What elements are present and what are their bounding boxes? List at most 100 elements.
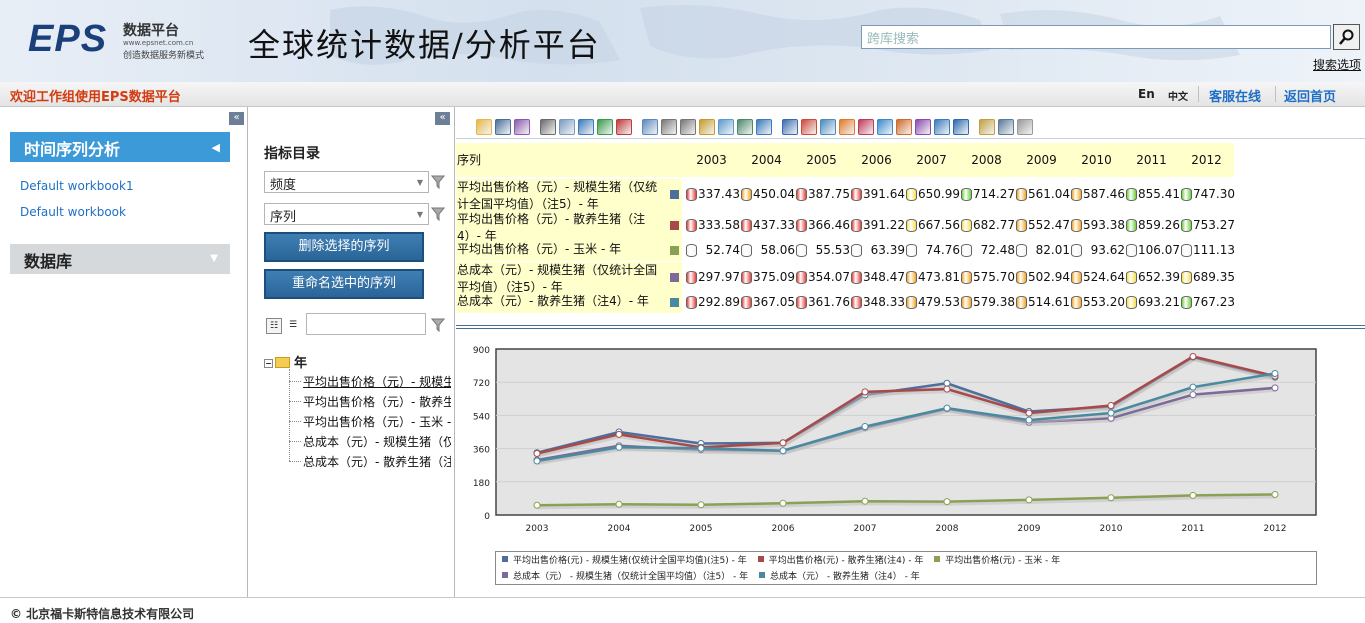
value-cell[interactable]: 473.81	[905, 270, 960, 284]
search-button[interactable]	[1333, 24, 1360, 50]
stacked-bar-icon[interactable]	[820, 119, 836, 135]
layout-icon[interactable]	[718, 119, 734, 135]
filter-icon[interactable]	[430, 206, 446, 222]
bar-chart-icon[interactable]	[801, 119, 817, 135]
frequency-select[interactable]: 频度 ▼	[264, 171, 429, 193]
table-row[interactable]: 总成本（元）- 散养生猪（注4）- 年 292.89 367.05 361.76 348…	[456, 293, 1235, 313]
tree-leaf-series[interactable]: 总成本（元）- 散养生猪（注4）- 年	[303, 453, 451, 470]
tree-leaf-series[interactable]: 总成本（元）- 规模生猪（仅统计全国平均值）（注5）- 年	[303, 433, 451, 450]
workbook-link[interactable]: Default workbook1	[20, 179, 134, 193]
filter-icon[interactable]	[430, 317, 446, 333]
value-cell[interactable]: 375.09	[740, 270, 795, 284]
tree-leaf-series[interactable]: 平均出售价格（元）- 散养生猪（注4）- 年	[303, 393, 451, 410]
value-cell[interactable]: 361.76	[795, 295, 850, 309]
value-cell[interactable]: 292.89	[685, 295, 740, 309]
save-icon[interactable]	[495, 119, 511, 135]
calendar-icon[interactable]	[737, 119, 753, 135]
value-cell[interactable]: 387.75	[795, 187, 850, 201]
search-options-link[interactable]: 搜索选项	[1313, 56, 1361, 73]
collapse-middle-panel-button[interactable]: «	[435, 112, 450, 125]
value-cell[interactable]: 652.39	[1125, 270, 1180, 284]
column-chart-icon[interactable]	[839, 119, 855, 135]
customer-service-link[interactable]: 客服在线	[1209, 86, 1261, 105]
save-as-icon[interactable]	[514, 119, 530, 135]
pie-chart-icon[interactable]	[877, 119, 893, 135]
value-cell[interactable]: 354.07	[795, 270, 850, 284]
value-cell[interactable]: 58.06	[740, 243, 795, 257]
legend-item[interactable]: 平均出售价格(元) - 玉米 - 年	[934, 556, 1060, 566]
tree-search-input[interactable]	[306, 313, 426, 335]
value-cell[interactable]: 514.61	[1015, 295, 1070, 309]
value-cell[interactable]: 437.33	[740, 218, 795, 232]
value-cell[interactable]: 693.21	[1125, 295, 1180, 309]
rename-selected-series-button[interactable]: 重命名选中的序列	[264, 269, 424, 299]
export-word-icon[interactable]	[578, 119, 594, 135]
value-cell[interactable]: 337.43	[685, 187, 740, 201]
filter-icon[interactable]	[661, 119, 677, 135]
legend-item[interactable]: 平均出售价格(元) - 散养生猪(注4) - 年	[757, 556, 923, 566]
value-cell[interactable]: 111.13	[1180, 243, 1235, 257]
cross-db-search-input[interactable]: 跨库搜索	[861, 25, 1331, 49]
value-cell[interactable]: 575.70	[960, 270, 1015, 284]
tree-list-icon[interactable]: ☰	[285, 318, 301, 334]
value-cell[interactable]: 52.74	[685, 243, 740, 257]
value-cell[interactable]: 55.53	[795, 243, 850, 257]
value-cell[interactable]: 552.47	[1015, 218, 1070, 232]
value-cell[interactable]: 714.27	[960, 187, 1015, 201]
line-chart-icon[interactable]	[782, 119, 798, 135]
line-chart-alt-icon[interactable]	[934, 119, 950, 135]
value-cell[interactable]: 593.38	[1070, 218, 1125, 232]
lang-en-link[interactable]: En	[1138, 87, 1155, 101]
table-row[interactable]: 平均出售价格（元）- 玉米 - 年 52.74 58.06 55.53 63.39 74.…	[456, 241, 1235, 261]
value-cell[interactable]: 367.05	[740, 295, 795, 309]
config-icon[interactable]	[1017, 119, 1033, 135]
filter-icon[interactable]	[430, 174, 446, 190]
export-excel-icon[interactable]	[597, 119, 613, 135]
value-cell[interactable]: 297.97	[685, 270, 740, 284]
image-icon[interactable]	[998, 119, 1014, 135]
value-cell[interactable]: 587.46	[1070, 187, 1125, 201]
table-icon[interactable]	[642, 119, 658, 135]
value-cell[interactable]: 502.94	[1015, 270, 1070, 284]
value-cell[interactable]: 63.39	[850, 243, 905, 257]
value-cell[interactable]: 391.22	[850, 218, 905, 232]
filter-menu-icon[interactable]	[680, 119, 696, 135]
value-cell[interactable]: 650.99	[905, 187, 960, 201]
tree-node-year[interactable]: − 年	[264, 352, 307, 371]
radar-chart-icon[interactable]	[896, 119, 912, 135]
value-cell[interactable]: 579.38	[960, 295, 1015, 309]
value-cell[interactable]: 450.04	[740, 187, 795, 201]
print-icon[interactable]	[540, 119, 556, 135]
tree-leaf-series[interactable]: 平均出售价格（元）- 玉米 - 年	[303, 413, 451, 430]
workbook-link[interactable]: Default workbook	[20, 205, 126, 219]
value-cell[interactable]: 553.20	[1070, 295, 1125, 309]
value-cell[interactable]: 667.56	[905, 218, 960, 232]
value-cell[interactable]: 348.47	[850, 270, 905, 284]
time-series-analysis-header[interactable]: 时间序列分析 ◀	[10, 132, 230, 162]
grid-icon[interactable]	[699, 119, 715, 135]
trend-icon[interactable]	[953, 119, 969, 135]
delete-selected-series-button[interactable]: 删除选择的序列	[264, 232, 424, 262]
collapse-left-panel-button[interactable]: «	[229, 112, 244, 125]
value-cell[interactable]: 682.77	[960, 218, 1015, 232]
legend-item[interactable]: 总成本（元） - 散养生猪（注4） - 年	[759, 572, 920, 582]
value-cell[interactable]: 753.27	[1180, 218, 1235, 232]
refresh-icon[interactable]	[756, 119, 772, 135]
value-cell[interactable]: 391.64	[850, 187, 905, 201]
table-row[interactable]: 平均出售价格（元）- 规模生猪（仅统计全国平均值）（注5）- 年 337.43 45…	[456, 179, 1235, 211]
table-row[interactable]: 平均出售价格（元）- 散养生猪（注4）- 年 333.58 437.33 366.46…	[456, 211, 1235, 241]
value-cell[interactable]: 524.64	[1070, 270, 1125, 284]
legend-item[interactable]: 总成本（元） - 规模生猪（仅统计全国平均值）（注5） - 年	[502, 572, 748, 582]
settings-panel-icon[interactable]	[979, 119, 995, 135]
value-cell[interactable]: 348.33	[850, 295, 905, 309]
value-cell[interactable]: 333.58	[685, 218, 740, 232]
tree-leaf-series[interactable]: 平均出售价格（元）- 规模生猪（仅统计全国平均值）（注5）- 年	[303, 373, 451, 390]
open-icon[interactable]	[476, 119, 492, 135]
copy-icon[interactable]	[559, 119, 575, 135]
lang-zh-link[interactable]: 中文	[1168, 88, 1188, 103]
legend-item[interactable]: 平均出售价格(元) - 规模生猪(仅统计全国平均值)(注5) - 年	[502, 556, 747, 566]
value-cell[interactable]: 479.53	[905, 295, 960, 309]
value-cell[interactable]: 689.35	[1180, 270, 1235, 284]
tree-collapse-icon[interactable]: −	[264, 359, 273, 368]
table-row[interactable]: 总成本（元）- 规模生猪（仅统计全国平均值）（注5）- 年 297.97 375.0…	[456, 262, 1235, 293]
